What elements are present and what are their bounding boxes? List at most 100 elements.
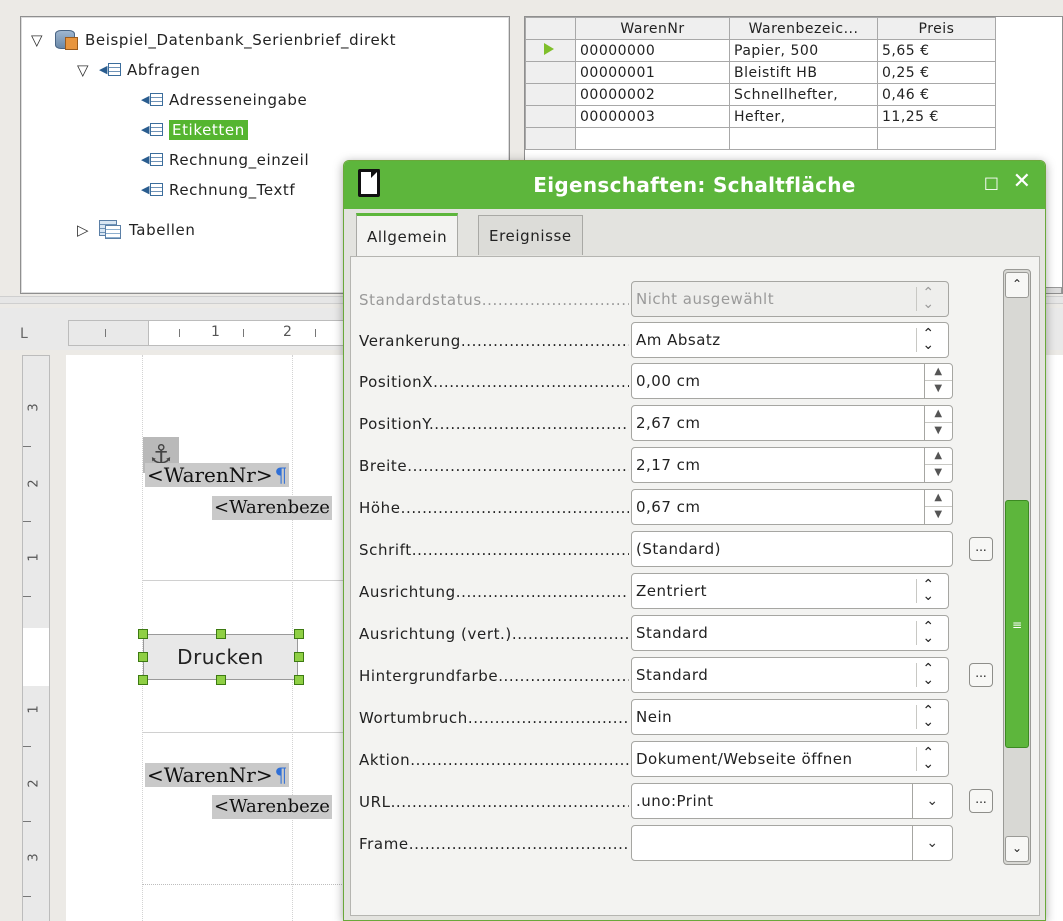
- updown-arrows-icon: ⌃ ⌄: [916, 620, 940, 645]
- spin-up-icon[interactable]: ▲: [925, 364, 952, 381]
- selection-handle[interactable]: [294, 675, 304, 685]
- grid-cell[interactable]: 5,65 €: [877, 39, 996, 62]
- vertical-ruler[interactable]: 3 2 1 1 2 3: [22, 355, 50, 921]
- grid-cell[interactable]: 0,25 €: [877, 61, 996, 84]
- field-warennr[interactable]: <WarenNr> ¶: [145, 463, 290, 487]
- positiony-spinfield[interactable]: 2,67 cm ▲ ▼: [631, 405, 953, 441]
- aktion-select[interactable]: Dokument/Webseite öffnen ⌃ ⌄: [631, 741, 949, 777]
- chevron-down-icon[interactable]: ⌄: [912, 784, 952, 818]
- verankerung-select[interactable]: Am Absatz ⌃ ⌄: [631, 322, 949, 358]
- query-label: Rechnung_einzeil: [169, 151, 310, 169]
- spin-up-icon[interactable]: ▲: [925, 448, 952, 465]
- tree-item-query-selected[interactable]: ◀ Etiketten: [141, 117, 248, 143]
- wortumbruch-select[interactable]: Nein ⌃ ⌄: [631, 699, 949, 735]
- tree-item-query[interactable]: ◀ Rechnung_einzeil: [141, 147, 309, 173]
- chevron-down-icon[interactable]: ⌄: [912, 826, 952, 860]
- spin-down-icon[interactable]: ▼: [925, 423, 952, 440]
- grid-cell[interactable]: [877, 127, 996, 150]
- column-header[interactable]: Preis: [877, 17, 996, 40]
- schrift-dots-button[interactable]: ...: [969, 537, 993, 561]
- column-header[interactable]: Warenbezeic...: [729, 17, 878, 40]
- grid-cell[interactable]: 11,25 €: [877, 105, 996, 128]
- schrift-field[interactable]: (Standard): [631, 531, 953, 567]
- expand-arrow-icon[interactable]: ▷: [77, 221, 99, 239]
- properties-scrollbar[interactable]: ⌃ ≡ ⌄: [1003, 269, 1031, 865]
- tree-node-tables-folder[interactable]: ▷ Tabellen: [77, 217, 196, 243]
- selection-handle[interactable]: [216, 675, 226, 685]
- field-warennr[interactable]: <WarenNr> ¶: [145, 763, 290, 787]
- spin-down-icon[interactable]: ▼: [925, 381, 952, 398]
- url-combobox[interactable]: .uno:Print ⌄: [631, 783, 953, 819]
- spin-buttons[interactable]: ▲ ▼: [924, 406, 952, 440]
- tree-item-query[interactable]: ◀ Rechnung_Textf: [141, 177, 295, 203]
- table-row[interactable]: 00000003 Hefter, 11,25 €: [525, 105, 996, 128]
- spin-down-icon[interactable]: ▼: [925, 507, 952, 524]
- row-header[interactable]: [525, 61, 576, 84]
- spin-up-icon[interactable]: ▲: [925, 406, 952, 423]
- selection-handle[interactable]: [216, 629, 226, 639]
- tree-node-queries-folder[interactable]: ▽ ◀ Abfragen: [77, 57, 200, 83]
- table-row[interactable]: [525, 127, 996, 150]
- dialog-titlebar[interactable]: Eigenschaften: Schaltfläche □ ✕: [344, 161, 1045, 209]
- scroll-down-icon[interactable]: ⌄: [1005, 836, 1029, 862]
- scroll-up-icon[interactable]: ⌃: [1005, 272, 1029, 298]
- tab-ereignisse[interactable]: Ereignisse: [478, 215, 583, 255]
- tab-stop-selector[interactable]: L: [20, 326, 28, 342]
- table-row[interactable]: 00000001 Bleistift HB 0,25 €: [525, 61, 996, 84]
- hintergrundfarbe-select[interactable]: Standard ⌃ ⌄: [631, 657, 949, 693]
- ruler-number: 1: [211, 324, 220, 340]
- row-header[interactable]: [525, 105, 576, 128]
- selection-handle[interactable]: [138, 629, 148, 639]
- select-value: Dokument/Webseite öffnen: [636, 750, 853, 768]
- spin-buttons[interactable]: ▲ ▼: [924, 490, 952, 524]
- close-icon[interactable]: ✕: [1013, 169, 1031, 194]
- property-label-text: Verankerung: [359, 332, 461, 350]
- grid-cell[interactable]: [729, 127, 878, 150]
- collapse-arrow-icon[interactable]: ▽: [31, 31, 53, 49]
- field-warenbezeichnung[interactable]: <Warenbeze: [212, 795, 332, 819]
- query-icon: ◀: [141, 182, 163, 198]
- drucken-button[interactable]: Drucken: [143, 634, 298, 680]
- row-header[interactable]: [525, 83, 576, 106]
- column-header[interactable]: WarenNr: [575, 17, 730, 40]
- hintergrundfarbe-dots-button[interactable]: ...: [969, 663, 993, 687]
- property-label-text: Breite: [359, 457, 408, 475]
- grid-cell[interactable]: Bleistift HB: [729, 61, 878, 84]
- selection-handle[interactable]: [138, 652, 148, 662]
- maximize-icon[interactable]: □: [984, 173, 999, 192]
- grid-cell[interactable]: [575, 127, 730, 150]
- selection-handle[interactable]: [294, 652, 304, 662]
- tree-node-database[interactable]: ▽ Beispiel_Datenbank_Serienbrief_direkt: [31, 27, 396, 53]
- positionx-spinfield[interactable]: 0,00 cm ▲ ▼: [631, 363, 953, 399]
- selection-handle[interactable]: [138, 675, 148, 685]
- row-header[interactable]: [525, 127, 576, 150]
- spin-up-icon[interactable]: ▲: [925, 490, 952, 507]
- hoehe-spinfield[interactable]: 0,67 cm ▲ ▼: [631, 489, 953, 525]
- grid-cell[interactable]: Papier, 500: [729, 39, 878, 62]
- ausrichtung-vert-select[interactable]: Standard ⌃ ⌄: [631, 615, 949, 651]
- field-warenbezeichnung[interactable]: <Warenbeze: [212, 496, 332, 520]
- url-dots-button[interactable]: ...: [969, 789, 993, 813]
- scrollbar-thumb[interactable]: ≡: [1005, 500, 1029, 748]
- selection-handle[interactable]: [294, 629, 304, 639]
- grid-cell[interactable]: 00000003: [575, 105, 730, 128]
- frame-combobox[interactable]: ⌄: [631, 825, 953, 861]
- current-row-marker[interactable]: [525, 39, 576, 62]
- property-row-hintergrundfarbe: Hintergrundfarbe........................…: [359, 657, 999, 697]
- tab-allgemein[interactable]: Allgemein: [356, 213, 459, 257]
- tree-item-query[interactable]: ◀ Adresseneingabe: [141, 87, 307, 113]
- ausrichtung-select[interactable]: Zentriert ⌃ ⌄: [631, 573, 949, 609]
- spin-buttons[interactable]: ▲ ▼: [924, 448, 952, 482]
- grid-cell[interactable]: 00000001: [575, 61, 730, 84]
- grid-cell[interactable]: Schnellhefter,: [729, 83, 878, 106]
- grid-cell[interactable]: 00000002: [575, 83, 730, 106]
- spin-down-icon[interactable]: ▼: [925, 465, 952, 482]
- table-row[interactable]: 00000002 Schnellhefter, 0,46 €: [525, 83, 996, 106]
- grid-cell[interactable]: 0,46 €: [877, 83, 996, 106]
- grid-cell[interactable]: Hefter,: [729, 105, 878, 128]
- spin-buttons[interactable]: ▲ ▼: [924, 364, 952, 398]
- grid-cell[interactable]: 00000000: [575, 39, 730, 62]
- breite-spinfield[interactable]: 2,17 cm ▲ ▼: [631, 447, 953, 483]
- table-row[interactable]: 00000000 Papier, 500 5,65 €: [525, 39, 996, 62]
- collapse-arrow-icon[interactable]: ▽: [77, 61, 99, 79]
